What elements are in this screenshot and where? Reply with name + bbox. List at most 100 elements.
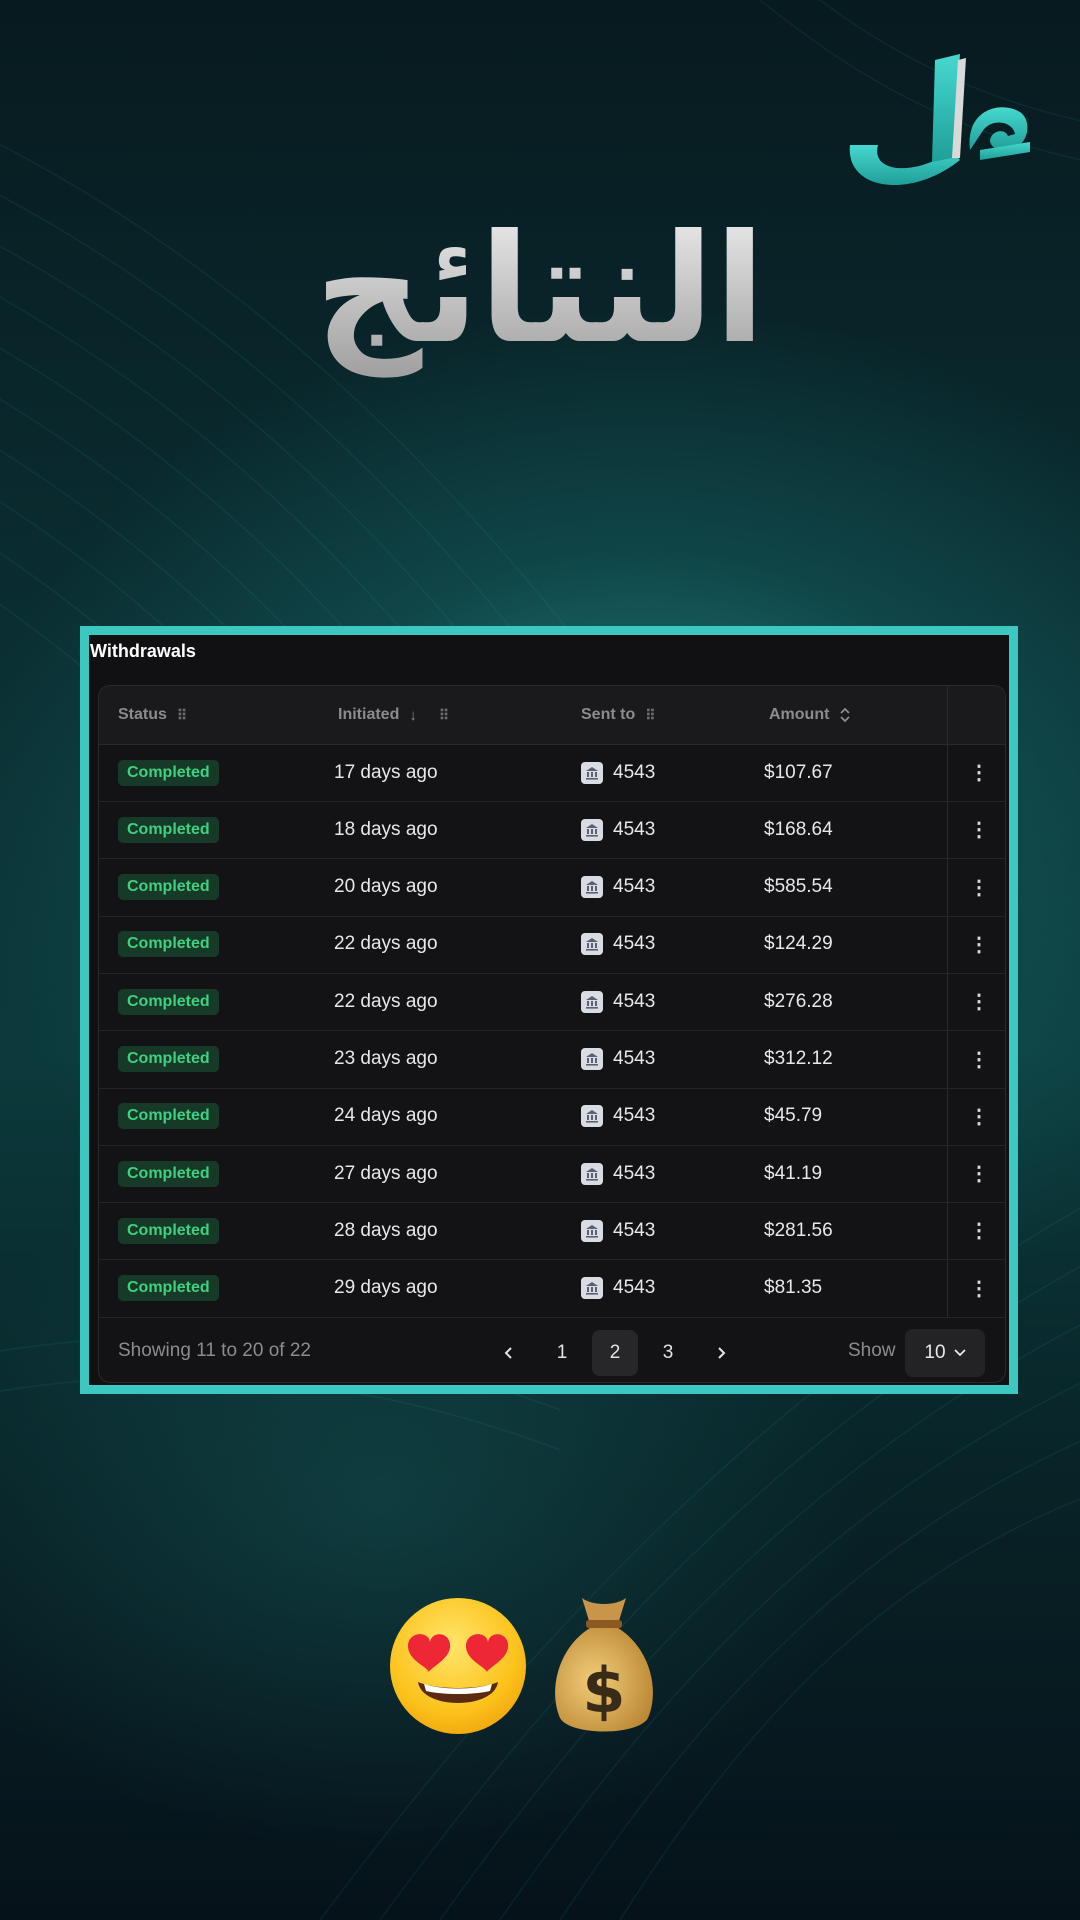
bank-icon [581, 1048, 603, 1070]
column-header-initiated[interactable]: Initiated ↓ ⠿ [338, 686, 449, 744]
bank-icon [581, 1277, 603, 1300]
amount-cell: $41.19 [764, 1162, 823, 1184]
sent-to-cell: 4543 [581, 744, 655, 801]
row-actions-button[interactable]: ⋮ [969, 973, 989, 1030]
row-actions-button[interactable]: ⋮ [969, 1031, 989, 1088]
more-vertical-icon: ⋮ [969, 1048, 989, 1071]
initiated-cell: 17 days ago [334, 761, 438, 783]
initiated-cell: 27 days ago [334, 1162, 438, 1184]
bank-icon [581, 1219, 603, 1242]
sent-to-cell: 4543 [581, 1088, 655, 1145]
table-row[interactable]: Completed 22 days ago 4543 $276.28 ⋮ [99, 973, 1005, 1032]
account-number: 4543 [613, 1162, 656, 1184]
account-number: 4543 [613, 1105, 656, 1127]
bank-icon [581, 818, 603, 841]
bank-icon [581, 990, 603, 1013]
account-number: 4543 [613, 1277, 656, 1299]
row-actions-button[interactable]: ⋮ [969, 1088, 989, 1145]
account-number: 4543 [613, 876, 656, 898]
status-badge: Completed [118, 988, 219, 1015]
headline-title: النتائج [0, 190, 1080, 390]
status-badge: Completed [118, 1046, 219, 1072]
status-badge: Completed [118, 1275, 219, 1302]
chevron-down-icon [953, 1349, 966, 1357]
account-number: 4543 [613, 818, 656, 840]
status-cell: Completed [118, 916, 219, 973]
bank-icon [581, 876, 603, 899]
sort-updown-icon [840, 707, 851, 723]
account-number: 4543 [613, 933, 656, 955]
page-size-select[interactable]: 10 [905, 1329, 985, 1377]
status-cell: Completed [118, 1088, 219, 1145]
amount-cell: $107.67 [764, 761, 833, 783]
table-row[interactable]: Completed 23 days ago 4543 $312.12 ⋮ [99, 1031, 1005, 1089]
next-page-button[interactable] [698, 1330, 744, 1376]
column-header-amount[interactable]: Amount [769, 686, 851, 744]
initiated-cell: 28 days ago [334, 1219, 438, 1241]
table-row[interactable]: Completed 20 days ago 4543 $585.54 ⋮ [99, 859, 1005, 917]
sent-to-cell: 4543 [581, 973, 655, 1030]
more-vertical-icon: ⋮ [969, 1220, 989, 1243]
page-size-value: 10 [924, 1342, 946, 1363]
sent-to-cell: 4543 [581, 1202, 655, 1259]
panel-title: Withdrawals [90, 641, 196, 661]
column-label: Initiated [338, 706, 400, 723]
table-row[interactable]: Completed 29 days ago 4543 $81.35 ⋮ [99, 1260, 1005, 1318]
initiated-cell: 22 days ago [334, 990, 438, 1012]
status-cell: Completed [118, 744, 219, 801]
grip-icon[interactable]: ⠿ [177, 707, 187, 724]
prev-page-button[interactable] [486, 1330, 532, 1376]
column-header-sent-to[interactable]: Sent to ⠿ [581, 686, 656, 744]
more-vertical-icon: ⋮ [969, 1277, 989, 1300]
sent-to-cell: 4543 [581, 801, 655, 858]
bank-icon [581, 761, 603, 784]
table-row[interactable]: Completed 18 days ago 4543 $168.64 ⋮ [99, 801, 1005, 860]
bank-icon [581, 1105, 603, 1128]
amount-cell: $124.29 [764, 933, 833, 955]
amount-cell: $585.54 [764, 876, 833, 898]
chevron-right-icon [718, 1347, 726, 1359]
initiated-cell: 24 days ago [334, 1105, 438, 1127]
withdrawals-panel: Withdrawals Status ⠿ Initiated ↓ ⠿ Sent … [80, 626, 1018, 1394]
initiated-cell: 23 days ago [334, 1048, 438, 1069]
amount-cell: $281.56 [764, 1219, 833, 1241]
column-header-status[interactable]: Status ⠿ [118, 686, 187, 744]
grip-icon[interactable]: ⠿ [439, 707, 449, 724]
more-vertical-icon: ⋮ [969, 933, 989, 956]
more-vertical-icon: ⋮ [969, 991, 989, 1014]
bank-icon [581, 1162, 603, 1185]
page-button-2[interactable]: 2 [592, 1330, 638, 1376]
status-cell: Completed [118, 1145, 219, 1202]
column-label: Amount [769, 706, 830, 723]
sent-to-cell: 4543 [581, 1260, 655, 1317]
more-vertical-icon: ⋮ [969, 762, 989, 784]
row-actions-button[interactable]: ⋮ [969, 916, 989, 973]
row-actions-button[interactable]: ⋮ [969, 859, 989, 916]
amount-cell: $168.64 [764, 818, 833, 840]
more-vertical-icon: ⋮ [969, 876, 989, 899]
account-number: 4543 [613, 1048, 656, 1069]
row-actions-button[interactable]: ⋮ [969, 1145, 989, 1202]
grip-icon[interactable]: ⠿ [645, 707, 655, 724]
page-button-1[interactable]: 1 [539, 1330, 585, 1376]
row-actions-button[interactable]: ⋮ [969, 801, 989, 858]
table-row[interactable]: Completed 27 days ago 4543 $41.19 ⋮ [99, 1145, 1005, 1204]
status-badge: Completed [118, 759, 219, 786]
row-actions-button[interactable]: ⋮ [969, 744, 989, 801]
heart-eyes-emoji [390, 1598, 526, 1734]
table-row[interactable]: Completed 24 days ago 4543 $45.79 ⋮ [99, 1088, 1005, 1146]
row-actions-button[interactable]: ⋮ [969, 1260, 989, 1317]
page-button-3[interactable]: 3 [645, 1330, 691, 1376]
table-row[interactable]: Completed 17 days ago 4543 $107.67 ⋮ [99, 744, 1005, 802]
row-actions-button[interactable]: ⋮ [969, 1202, 989, 1259]
table-row[interactable]: Completed 22 days ago 4543 $124.29 ⋮ [99, 916, 1005, 974]
status-badge: Completed [118, 1217, 219, 1244]
arrow-down-icon: ↓ [409, 706, 417, 724]
account-number: 4543 [613, 761, 656, 783]
status-cell: Completed [118, 859, 219, 916]
sent-to-cell: 4543 [581, 859, 655, 916]
table-row[interactable]: Completed 28 days ago 4543 $281.56 ⋮ [99, 1202, 1005, 1261]
account-number: 4543 [613, 1219, 656, 1241]
sent-to-cell: 4543 [581, 1145, 655, 1202]
initiated-cell: 29 days ago [334, 1277, 438, 1299]
